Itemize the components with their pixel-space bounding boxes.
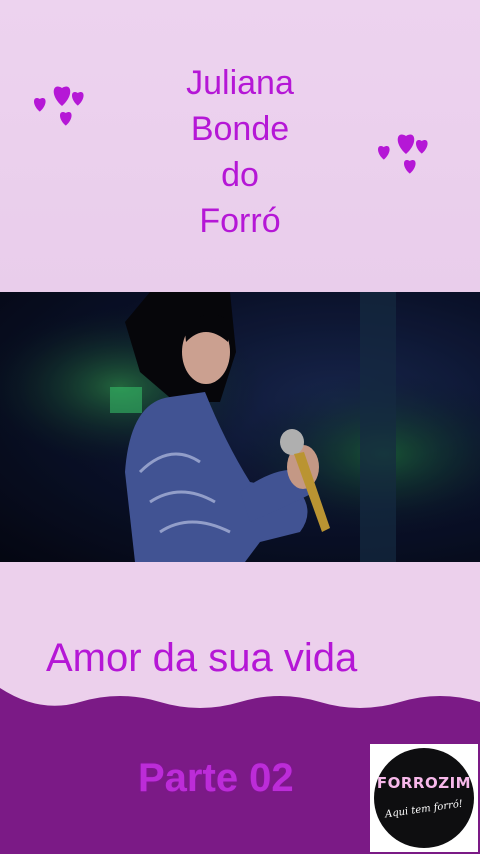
video-frame-image	[0, 292, 480, 562]
title-line: Forró	[199, 202, 281, 240]
video-player[interactable]	[0, 292, 480, 562]
logo-badge: FORROZIM Aqui tem forró!	[374, 748, 474, 848]
hearts-icon	[28, 78, 103, 138]
page-title: Juliana Bonde do Forró	[140, 60, 340, 244]
hearts-icon	[372, 126, 447, 186]
title-line: Juliana	[186, 64, 294, 102]
logo: FORROZIM Aqui tem forró!	[370, 744, 478, 852]
title-line: Bonde	[190, 110, 290, 148]
song-title: Amor da sua vida	[46, 636, 358, 680]
logo-tagline: Aqui tem forró!	[384, 798, 464, 821]
logo-name: FORROZIM	[376, 774, 472, 792]
part-label: Parte 02	[138, 756, 294, 800]
title-line: do	[221, 156, 259, 194]
